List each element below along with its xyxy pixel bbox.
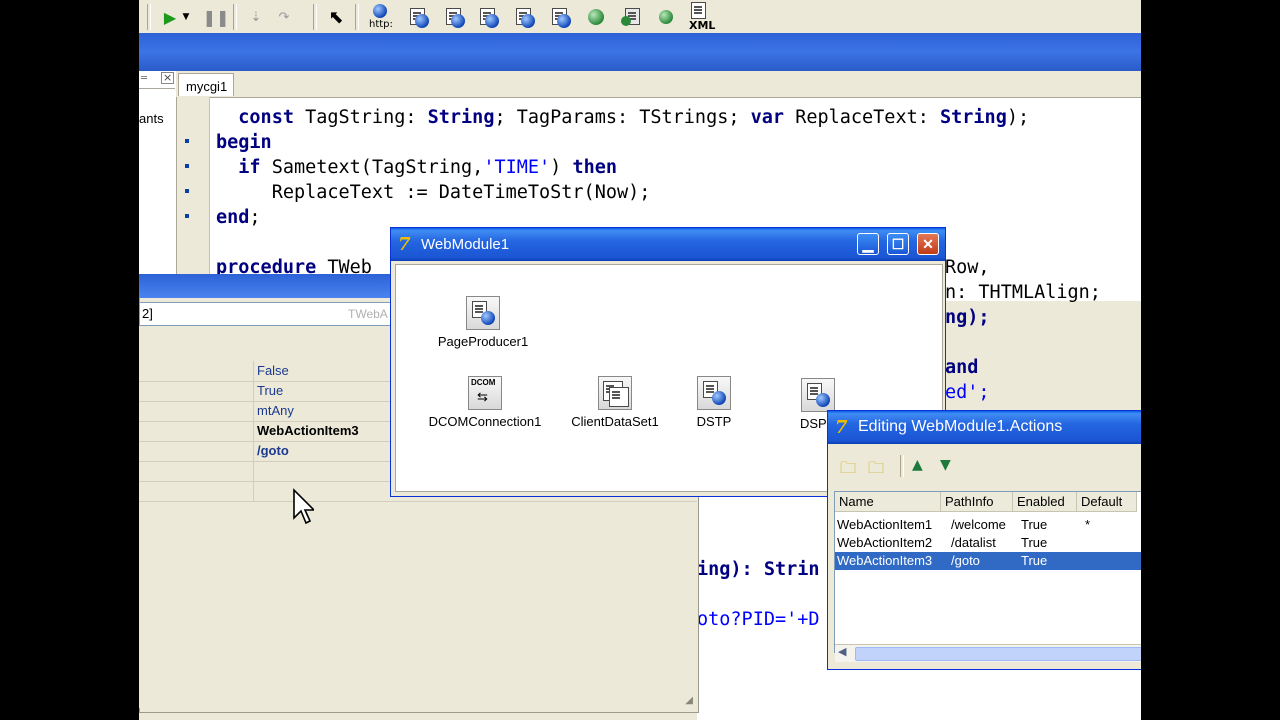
editor-gutter: [177, 97, 210, 301]
scroll-left-icon[interactable]: ◀: [838, 645, 846, 658]
breakpoint-dot[interactable]: [185, 139, 189, 143]
move-up-icon[interactable]: ▲: [912, 457, 923, 473]
maximize-button[interactable]: ☐: [887, 233, 909, 255]
tree-item-label: ants: [139, 111, 164, 126]
action-row[interactable]: WebActionItem2 /datalist True: [835, 534, 1141, 552]
window-title-band: [139, 33, 1141, 71]
actions-editor-window: 7 Editing WebModule1.Actions 🗀 🗀 ▲ ▼ Nam…: [827, 410, 1141, 670]
trace-into-icon[interactable]: ⇣: [243, 4, 269, 30]
page-producer-icon: [466, 296, 500, 330]
webmodule-title-bar[interactable]: 7 WebModule1 ▁ ☐ ✕: [391, 228, 945, 261]
component-dstp[interactable]: DSTP: [679, 376, 749, 429]
grip-icon: ═: [141, 73, 148, 84]
toolbar-separator: [313, 4, 317, 30]
breakpoint-dot[interactable]: [185, 214, 189, 218]
breakpoint-dot[interactable]: [185, 189, 189, 193]
toolbar-separator: [233, 4, 237, 30]
pause-icon[interactable]: ❚❚: [203, 4, 230, 30]
breakpoint-dot[interactable]: [185, 164, 189, 168]
web-component-icon[interactable]: [585, 6, 611, 28]
code-line: const TagString: String; TagParams: TStr…: [216, 107, 1030, 128]
web-component-icon[interactable]: [407, 6, 433, 28]
toolbar-separator: [147, 4, 151, 30]
client-dataset-icon: [598, 376, 632, 410]
column-header-enabled[interactable]: Enabled: [1013, 492, 1077, 512]
minimize-button[interactable]: ▁: [857, 233, 879, 255]
column-header-name[interactable]: Name: [835, 492, 941, 512]
window-title: Editing WebModule1.Actions: [858, 418, 1063, 435]
dataset-table-producer-icon: [697, 376, 731, 410]
combo-value: 2]: [142, 306, 153, 321]
main-toolbar: ▶ ▼ ❚❚ ⇣ ↷ ⬉ http: XML: [139, 0, 1141, 34]
editor-tabstrip: mycgi1: [176, 71, 1141, 98]
component-clientdataset[interactable]: ClientDataSet1: [563, 376, 667, 429]
http-icon[interactable]: http:: [369, 4, 395, 30]
code-fragment: and: [945, 357, 979, 378]
code-fragment: ng);: [945, 307, 990, 328]
web-component-icon[interactable]: [443, 6, 469, 28]
pointer-arrow-icon[interactable]: ⬉: [323, 4, 349, 30]
mouse-cursor-icon: [293, 488, 314, 525]
delete-icon[interactable]: 🗀: [868, 457, 890, 477]
structure-panel: ═ × ants: [139, 71, 177, 301]
code-fragment: ed';: [945, 382, 990, 403]
toolbar-separator: [900, 455, 904, 477]
horizontal-scrollbar[interactable]: ◀: [835, 644, 1141, 662]
step-over-icon[interactable]: ↷: [271, 4, 297, 30]
add-new-icon[interactable]: 🗀: [840, 457, 862, 477]
code-fragment: n: THTMLAlign;: [945, 282, 1101, 303]
ide-screen: ▶ ▼ ❚❚ ⇣ ↷ ⬉ http: XML ═ × ants mycgi1 c…: [139, 0, 1141, 720]
web-component-icon[interactable]: [651, 6, 677, 28]
resize-grip-icon[interactable]: ◢: [685, 695, 693, 706]
window-title: WebModule1: [421, 236, 510, 253]
code-line: begin: [216, 132, 272, 153]
action-row[interactable]: WebActionItem1 /welcome True *: [835, 516, 1141, 534]
combo-type: TWebA: [348, 307, 388, 321]
panel-header: ═ ×: [139, 72, 175, 89]
column-header-pathinfo[interactable]: PathInfo: [941, 492, 1013, 512]
web-component-icon[interactable]: [549, 6, 575, 28]
toolbar-separator: [355, 4, 359, 30]
delphi-icon: 7: [835, 417, 848, 438]
close-icon[interactable]: ×: [161, 72, 175, 84]
dropdown-arrow-icon[interactable]: ▼: [179, 4, 193, 30]
xml-icon[interactable]: XML: [687, 2, 715, 32]
dataset-page-producer-icon: [801, 378, 835, 412]
code-line: if Sametext(TagString,'TIME') then: [238, 157, 617, 178]
action-row-selected[interactable]: WebActionItem3 /goto True: [835, 552, 1141, 570]
scrollbar-thumb[interactable]: [855, 647, 1141, 661]
code-fragment: Row,: [945, 257, 990, 278]
code-line: ReplaceText := DateTimeToStr(Now);: [216, 182, 651, 203]
code-line: end;: [216, 207, 261, 228]
actions-listview[interactable]: Name PathInfo Enabled Default WebActionI…: [834, 491, 1141, 662]
web-component-icon[interactable]: [513, 6, 539, 28]
tab-mycgi1[interactable]: mycgi1: [178, 73, 234, 96]
move-down-icon[interactable]: ▼: [940, 457, 951, 473]
component-pageproducer[interactable]: PageProducer1: [431, 296, 535, 349]
delphi-icon: 7: [398, 234, 411, 255]
dcom-connection-icon: DCOM ⇆: [468, 376, 502, 410]
web-component-icon[interactable]: [619, 6, 645, 28]
web-component-icon[interactable]: [477, 6, 503, 28]
actions-editor-title-bar[interactable]: 7 Editing WebModule1.Actions: [828, 411, 1141, 444]
column-header-default[interactable]: Default: [1077, 492, 1137, 512]
code-fragment: ing): Strin: [697, 559, 820, 580]
close-button[interactable]: ✕: [917, 233, 939, 255]
component-dcomconnection[interactable]: DCOM ⇆ DCOMConnection1: [425, 376, 545, 429]
code-fragment: oto?PID='+D: [697, 609, 820, 630]
